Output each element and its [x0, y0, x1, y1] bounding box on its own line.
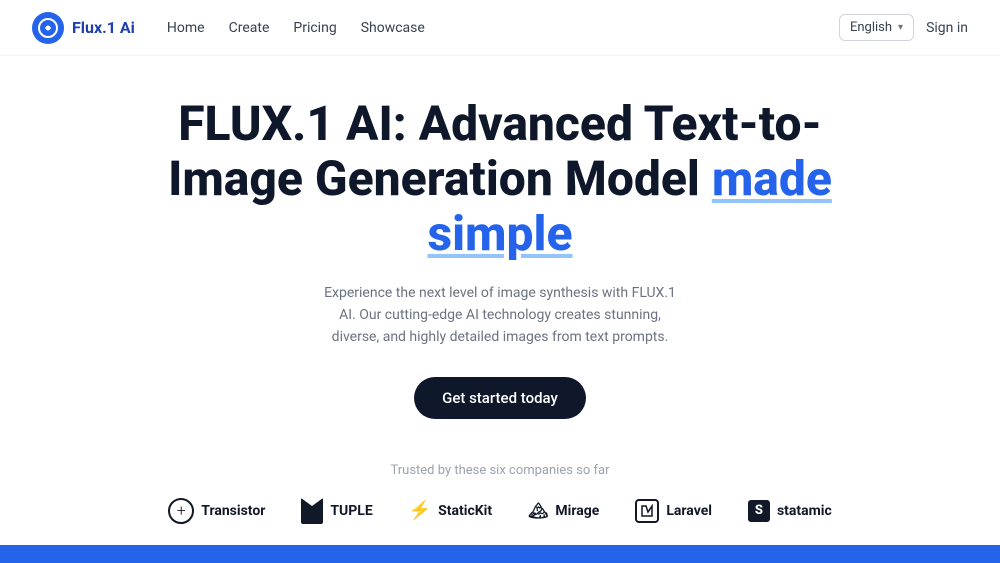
nav-links: Home Create Pricing Showcase	[167, 20, 425, 36]
hero-title: FLUX.1 AI: Advanced Text-to-Image Genera…	[150, 96, 850, 262]
statickit-icon: ⚡	[409, 500, 431, 521]
trusted-section: Trusted by these six companies so far + …	[0, 439, 1000, 524]
navbar: Flux.1 Ai Home Create Pricing Showcase E…	[0, 0, 1000, 56]
nav-right: English ▾ Sign in	[839, 14, 968, 41]
statamic-label: statamic	[777, 503, 832, 519]
statickit-label: StaticKit	[438, 503, 492, 519]
tuple-label: TUPLE	[330, 503, 372, 519]
signin-button[interactable]: Sign in	[926, 20, 968, 36]
mirage-icon: 🏔	[528, 501, 548, 520]
language-selector[interactable]: English ▾	[839, 14, 914, 41]
hero-section: FLUX.1 AI: Advanced Text-to-Image Genera…	[0, 56, 1000, 439]
company-statamic: S statamic	[748, 500, 832, 522]
logo-text: Flux.1 Ai	[72, 18, 135, 37]
laravel-icon	[635, 499, 659, 523]
cta-button[interactable]: Get started today	[414, 377, 586, 419]
transistor-label: Transistor	[201, 503, 265, 519]
mirage-label: Mirage	[555, 503, 599, 519]
nav-create[interactable]: Create	[229, 20, 270, 36]
company-laravel: Laravel	[635, 499, 712, 523]
company-statickit: ⚡ StaticKit	[409, 500, 492, 521]
nav-showcase[interactable]: Showcase	[361, 20, 425, 36]
nav-left: Flux.1 Ai Home Create Pricing Showcase	[32, 12, 425, 44]
hero-subtitle: Experience the next level of image synth…	[320, 282, 680, 349]
nav-home[interactable]: Home	[167, 20, 205, 36]
tuple-icon	[301, 498, 323, 524]
statamic-icon: S	[748, 500, 770, 522]
company-logos: + Transistor TUPLE ⚡ StaticKit 🏔 Mirage …	[168, 498, 832, 524]
laravel-label: Laravel	[666, 503, 712, 519]
logo-icon	[32, 12, 64, 44]
logo[interactable]: Flux.1 Ai	[32, 12, 135, 44]
footer-bar	[0, 545, 1000, 563]
language-label: English	[850, 20, 892, 35]
company-mirage: 🏔 Mirage	[528, 501, 599, 520]
company-transistor: + Transistor	[168, 498, 265, 524]
company-tuple: TUPLE	[301, 498, 372, 524]
chevron-down-icon: ▾	[898, 22, 903, 33]
trusted-label: Trusted by these six companies so far	[390, 463, 609, 478]
transistor-icon: +	[168, 498, 194, 524]
nav-pricing[interactable]: Pricing	[293, 20, 336, 36]
